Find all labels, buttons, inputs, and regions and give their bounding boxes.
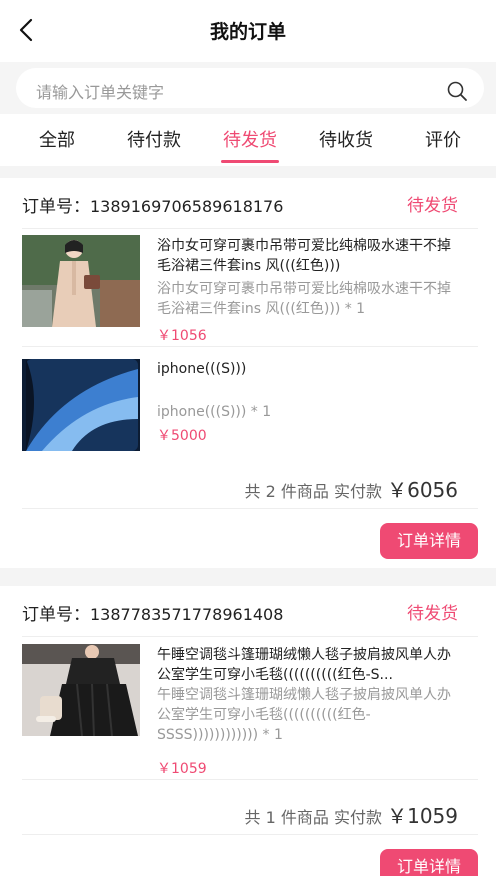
product-image[interactable] [22,235,140,327]
tab-pending-payment[interactable]: 待付款 [118,126,190,152]
product-price: ￥1056 [157,328,207,344]
product-spec: iphone(((S))) * 1 [157,404,272,420]
tab-review[interactable]: 评价 [413,126,473,152]
search-bar: 请输入订单关键字 [0,62,496,114]
search-icon[interactable] [446,80,468,102]
order-number-value: 1389169706589618176 [90,197,284,216]
order-total: ￥6056 [387,478,458,502]
product-price: ￥5000 [157,428,207,444]
order-total: ￥1059 [387,804,458,828]
order-status-tabs: 全部 待付款 待发货 待收货 评价 [0,114,496,166]
nav-bar: 我的订单 [0,0,496,62]
order-detail-button[interactable]: 订单详情 [380,849,478,876]
order-number: 订单号：1387783571778961408 [22,600,283,625]
divider [22,228,478,229]
summary-text: 共 2 件商品 实付款 [244,482,382,501]
product-spec: 浴巾女可穿可裹巾吊带可爱比纯棉吸水速干不掉毛浴裙三件套ins 风(((红色)))… [157,281,451,317]
product-image[interactable] [22,359,140,451]
product-spec: 午睡空调毯斗篷珊瑚绒懒人毯子披肩披风单人办公室学生可穿小毛毯((((((((((… [157,687,451,743]
product-name[interactable]: iphone(((S))) [157,359,461,379]
divider [22,834,478,835]
order-number-label: 订单号： [22,197,90,217]
divider [22,346,478,347]
search-input[interactable]: 请输入订单关键字 [16,68,484,108]
tab-all[interactable]: 全部 [22,126,92,152]
product-image[interactable] [22,644,140,736]
order-card: 订单号：1389169706589618176 待发货 浴巾女可穿可裹巾吊带可爱… [0,178,496,568]
page-title: 我的订单 [209,21,286,43]
product-name[interactable]: 浴巾女可穿可裹巾吊带可爱比纯棉吸水速干不掉毛浴裙三件套ins 风(((红色))) [157,236,461,276]
order-number-label: 订单号： [22,605,90,625]
order-status: 待发货 [407,604,458,624]
product-name[interactable]: 午睡空调毯斗篷珊瑚绒懒人毯子披肩披风单人办公室学生可穿小毛毯((((((((((… [157,645,461,685]
order-card: 订单号：1387783571778961408 待发货 午睡空调毯斗篷珊瑚绒懒人… [0,586,496,876]
order-summary: 共 2 件商品 实付款 ￥6056 [245,474,458,503]
order-status: 待发货 [407,196,458,216]
order-number-value: 1387783571778961408 [90,605,284,624]
active-tab-indicator [221,160,279,163]
tab-pending-receipt[interactable]: 待收货 [310,126,382,152]
divider [22,508,478,509]
product-price: ￥1059 [157,761,207,777]
tab-pending-shipment[interactable]: 待发货 [214,126,286,152]
search-placeholder: 请输入订单关键字 [36,83,165,102]
order-number: 订单号：1389169706589618176 [22,192,283,217]
summary-text: 共 1 件商品 实付款 [244,808,382,827]
divider [22,636,478,637]
order-detail-button[interactable]: 订单详情 [380,523,478,559]
order-summary: 共 1 件商品 实付款 ￥1059 [245,800,458,829]
divider [22,779,478,780]
